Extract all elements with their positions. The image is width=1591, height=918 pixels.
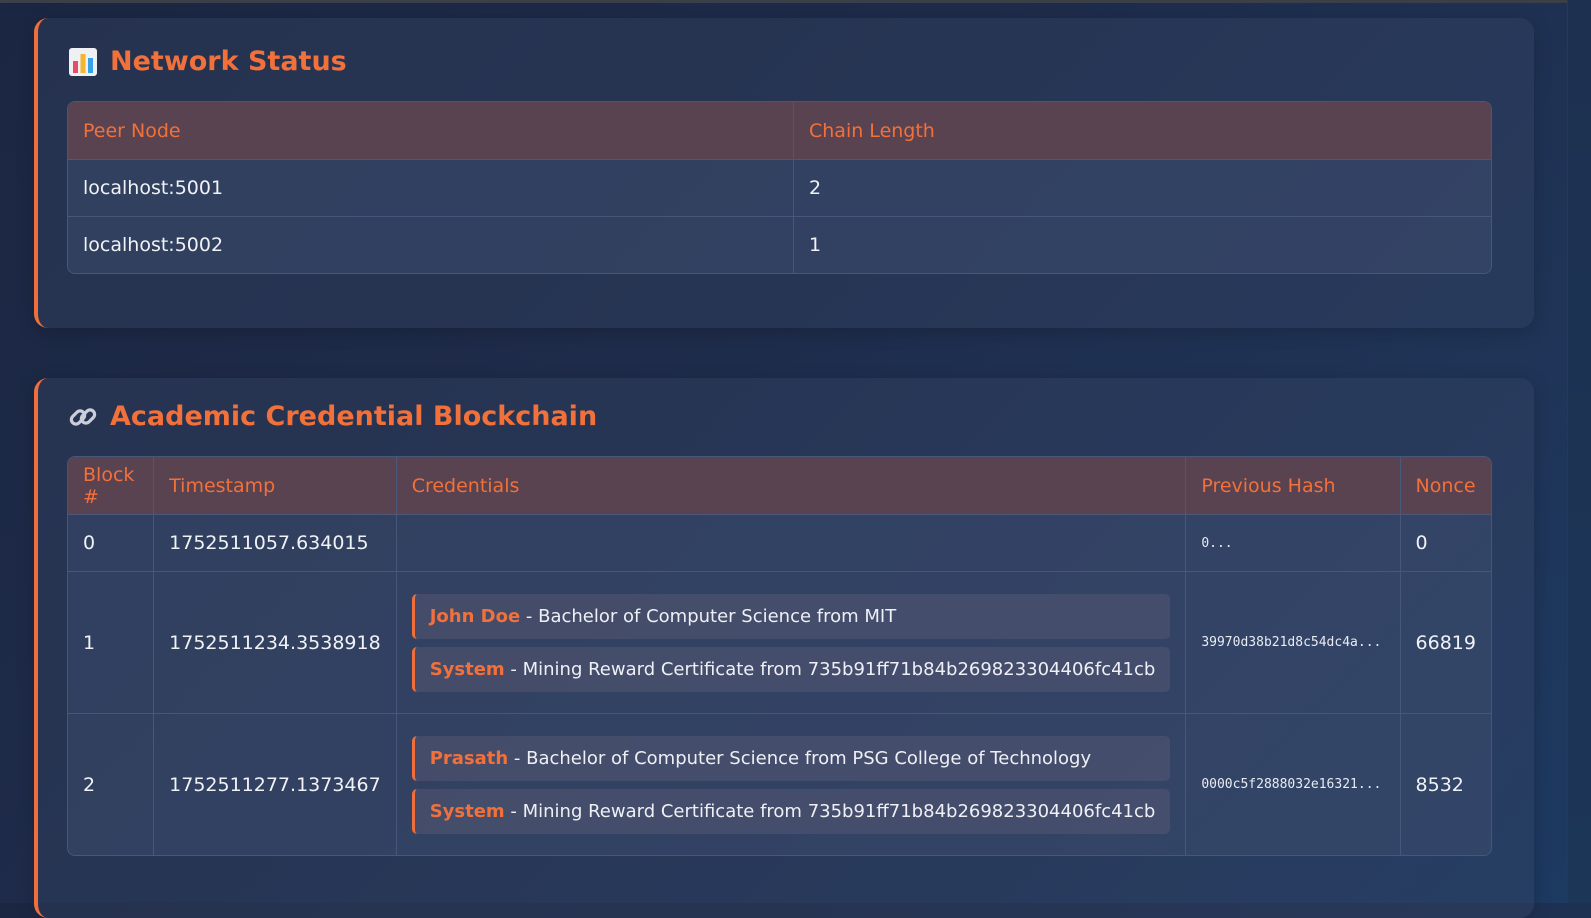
blockchain-card: Academic Credential Blockchain Block # T… bbox=[34, 378, 1534, 918]
link-icon bbox=[68, 402, 98, 432]
credential-holder: System bbox=[429, 800, 505, 822]
timestamp-cell: 1752511057.634015 bbox=[154, 515, 397, 572]
table-row: 1 1752511234.3538918 John Doe - Bachelor… bbox=[68, 572, 1491, 714]
nonce-cell: 8532 bbox=[1400, 714, 1491, 855]
credentials-cell bbox=[396, 515, 1187, 572]
credential-detail: - Bachelor of Computer Science from PSG … bbox=[508, 747, 1092, 769]
scrollbar[interactable] bbox=[1567, 0, 1591, 903]
table-row: localhost:5001 2 bbox=[68, 160, 1491, 217]
network-status-title: Network Status bbox=[110, 46, 347, 77]
credential-item: John Doe - Bachelor of Computer Science … bbox=[411, 593, 1171, 639]
nonce-cell: 0 bbox=[1400, 515, 1491, 572]
block-number-cell: 1 bbox=[68, 572, 155, 714]
column-header-chain-length: Chain Length bbox=[794, 102, 1491, 160]
network-status-card: Network Status Peer Node Chain Length lo… bbox=[34, 18, 1534, 328]
peer-node-cell: localhost:5001 bbox=[68, 160, 794, 217]
previous-hash-cell: 0... bbox=[1186, 515, 1401, 572]
credential-holder: System bbox=[429, 658, 505, 680]
column-header-previous-hash: Previous Hash bbox=[1186, 457, 1401, 515]
blockchain-table-header: Block # Timestamp Credentials Previous H… bbox=[68, 457, 1491, 515]
chain-length-cell: 2 bbox=[794, 160, 1491, 217]
table-row: 2 1752511277.1373467 Prasath - Bachelor … bbox=[68, 714, 1491, 855]
credential-detail: - Mining Reward Certificate from 735b91f… bbox=[504, 658, 1156, 680]
credential-detail: - Bachelor of Computer Science from MIT bbox=[520, 605, 897, 627]
credentials-cell: John Doe - Bachelor of Computer Science … bbox=[396, 572, 1187, 714]
bar-chart-icon bbox=[68, 47, 98, 77]
blockchain-heading: Academic Credential Blockchain bbox=[68, 401, 597, 432]
window-top-edge bbox=[0, 0, 1591, 3]
chain-length-cell: 1 bbox=[794, 217, 1491, 273]
credential-detail: - Mining Reward Certificate from 735b91f… bbox=[504, 800, 1156, 822]
column-header-timestamp: Timestamp bbox=[154, 457, 397, 515]
peer-table-header: Peer Node Chain Length bbox=[68, 102, 1491, 160]
previous-hash-cell: 39970d38b21d8c54dc4a... bbox=[1186, 572, 1401, 714]
blockchain-title: Academic Credential Blockchain bbox=[110, 401, 598, 432]
block-number-cell: 2 bbox=[68, 714, 155, 855]
credentials-cell: Prasath - Bachelor of Computer Science f… bbox=[396, 714, 1187, 855]
column-header-credentials: Credentials bbox=[396, 457, 1187, 515]
credential-item: System - Mining Reward Certificate from … bbox=[411, 646, 1171, 692]
table-row: localhost:5002 1 bbox=[68, 217, 1491, 273]
column-header-block-number: Block # bbox=[68, 457, 155, 515]
nonce-cell: 66819 bbox=[1400, 572, 1491, 714]
timestamp-cell: 1752511234.3538918 bbox=[154, 572, 397, 714]
credential-item: Prasath - Bachelor of Computer Science f… bbox=[411, 735, 1171, 781]
table-row: 0 1752511057.634015 0... 0 bbox=[68, 515, 1491, 572]
credential-holder: John Doe bbox=[429, 605, 521, 627]
blockchain-table: Block # Timestamp Credentials Previous H… bbox=[67, 456, 1492, 856]
timestamp-cell: 1752511277.1373467 bbox=[154, 714, 397, 855]
previous-hash-cell: 0000c5f2888032e16321... bbox=[1186, 714, 1401, 855]
credential-item: System - Mining Reward Certificate from … bbox=[411, 788, 1171, 834]
column-header-peer-node: Peer Node bbox=[68, 102, 794, 160]
peer-table: Peer Node Chain Length localhost:5001 2 … bbox=[67, 101, 1492, 274]
block-number-cell: 0 bbox=[68, 515, 155, 572]
column-header-nonce: Nonce bbox=[1400, 457, 1491, 515]
peer-node-cell: localhost:5002 bbox=[68, 217, 794, 273]
network-status-heading: Network Status bbox=[68, 46, 347, 77]
credential-holder: Prasath bbox=[429, 747, 509, 769]
